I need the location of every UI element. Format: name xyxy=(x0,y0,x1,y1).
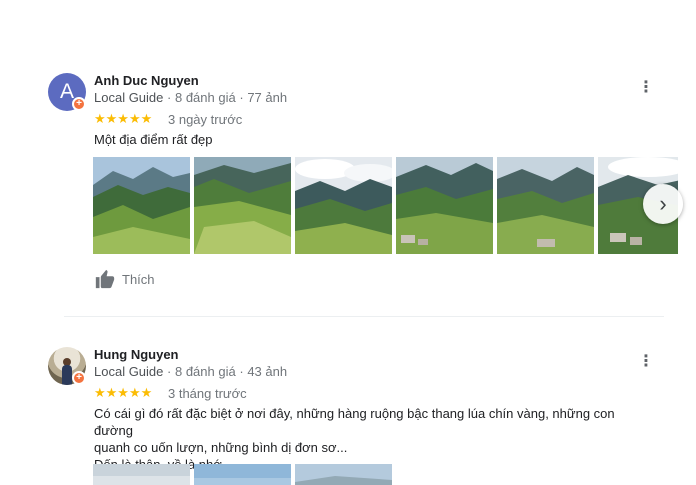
review-photo[interactable] xyxy=(194,157,291,254)
local-guide-badge-icon: + xyxy=(72,371,86,385)
reviewer-name[interactable]: Anh Duc Nguyen xyxy=(94,73,199,88)
review-count: 8 đánh giá xyxy=(174,364,236,379)
meta-separator: · xyxy=(239,364,244,379)
more-vert-icon[interactable]: ⋮ xyxy=(638,354,654,372)
review-text: Một địa điểm rất đẹp xyxy=(94,132,213,147)
star-rating: ★★★★★ xyxy=(94,111,153,126)
like-label: Thích xyxy=(122,272,155,287)
review-time: 3 ngày trước xyxy=(168,112,243,127)
photo-strip xyxy=(93,157,678,254)
photo-count: 43 ảnh xyxy=(247,364,288,379)
review-divider xyxy=(64,316,664,317)
more-vert-icon[interactable]: ⋮ xyxy=(638,80,654,98)
chevron-right-icon[interactable]: › xyxy=(643,184,683,224)
review-text: Có cái gì đó rất đặc biệt ở nơi đây, nhữ… xyxy=(94,405,654,473)
review-photo[interactable] xyxy=(295,157,392,254)
reviewer-name[interactable]: Hung Nguyen xyxy=(94,347,179,362)
meta-separator: · xyxy=(239,90,244,105)
review-text-line: Có cái gì đó rất đặc biệt ở nơi đây, nhữ… xyxy=(94,406,615,438)
local-guide-label: Local Guide xyxy=(94,90,164,105)
review-photo[interactable] xyxy=(396,157,493,254)
local-guide-badge-icon: + xyxy=(72,97,86,111)
review-photo[interactable] xyxy=(497,157,594,254)
star-rating: ★★★★★ xyxy=(94,385,153,400)
local-guide-label: Local Guide xyxy=(94,364,164,379)
review-text-line: quanh co uốn lượn, những bình dị đơn sơ.… xyxy=(94,440,348,455)
review-photo[interactable] xyxy=(93,157,190,254)
photo-count: 77 ảnh xyxy=(247,90,288,105)
review-photo[interactable] xyxy=(194,464,291,485)
review-count: 8 đánh giá xyxy=(174,90,236,105)
avatar-photo-figure xyxy=(62,365,72,385)
review-photo[interactable] xyxy=(295,464,392,485)
photo-strip xyxy=(93,464,393,485)
meta-separator: · xyxy=(167,90,172,105)
reviewer-meta: Local Guide · 8 đánh giá · 43 ảnh xyxy=(94,364,287,379)
review-photo[interactable] xyxy=(93,464,190,485)
review-time: 3 tháng trước xyxy=(168,386,247,401)
meta-separator: · xyxy=(167,364,172,379)
reviewer-meta: Local Guide · 8 đánh giá · 77 ảnh xyxy=(94,90,287,105)
thumb-up-icon xyxy=(95,269,115,289)
